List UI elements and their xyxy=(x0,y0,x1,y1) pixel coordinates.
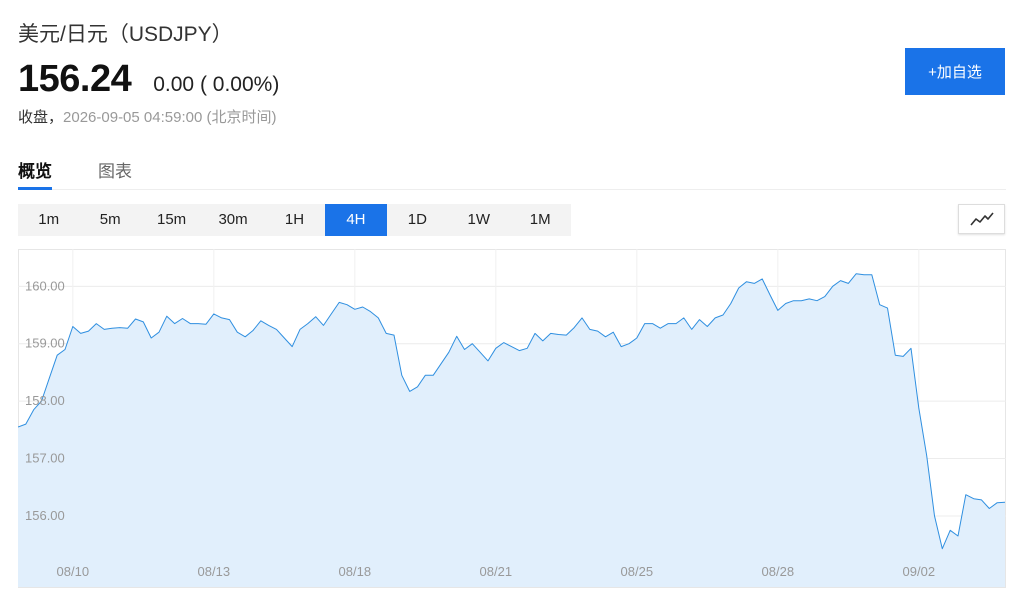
range-1h[interactable]: 1H xyxy=(264,204,325,236)
price-chart: 160.00 159.00 158.00 157.00 156.00 08/10 08/13… xyxy=(18,249,1006,588)
line-chart-icon xyxy=(969,212,994,226)
time-range-selector: 1m 5m 15m 30m 1H 4H 1D 1W 1M xyxy=(18,204,571,236)
range-1w[interactable]: 1W xyxy=(448,204,509,236)
x-tick-label: 08/13 xyxy=(198,564,231,579)
tab-overview[interactable]: 概览 xyxy=(18,150,52,190)
chart-area-layer xyxy=(18,273,1006,587)
x-tick-label: 09/02 xyxy=(903,564,936,579)
y-tick-label: 157.00 xyxy=(25,451,65,466)
x-tick-label: 08/21 xyxy=(480,564,513,579)
x-tick-label: 08/18 xyxy=(339,564,372,579)
range-30m[interactable]: 30m xyxy=(202,204,263,236)
x-tick-label: 08/28 xyxy=(762,564,795,579)
range-15m[interactable]: 15m xyxy=(141,204,202,236)
x-tick-label: 08/10 xyxy=(57,564,90,579)
range-1mo[interactable]: 1M xyxy=(510,204,571,236)
add-to-watchlist-button[interactable]: +加自选 xyxy=(905,48,1005,95)
chart-type-button[interactable] xyxy=(958,204,1005,234)
price-row: 156.24 0.00 ( 0.00%) xyxy=(18,58,279,101)
price-change: 0.00 ( 0.00%) xyxy=(153,73,280,96)
tab-chart[interactable]: 图表 xyxy=(98,150,132,190)
price-area xyxy=(18,273,1005,587)
y-tick-label: 159.00 xyxy=(25,336,65,351)
page-title: 美元/日元（USDJPY） xyxy=(18,23,233,46)
y-tick-label: 158.00 xyxy=(25,393,65,408)
range-4h[interactable]: 4H xyxy=(325,204,387,236)
y-tick-label: 156.00 xyxy=(25,508,65,523)
market-status: 收盘，2026-09-05 04:59:00 (北京时间) xyxy=(18,106,276,127)
y-tick-label: 160.00 xyxy=(25,278,65,293)
range-1m[interactable]: 1m xyxy=(18,204,79,236)
range-5m[interactable]: 5m xyxy=(79,204,140,236)
status-timestamp: 2026-09-05 04:59:00 (北京时间) xyxy=(63,109,277,126)
range-1d[interactable]: 1D xyxy=(387,204,448,236)
current-price: 156.24 xyxy=(18,58,132,100)
status-label: 收盘， xyxy=(18,109,64,126)
tab-bar: 概览 图表 xyxy=(18,150,1006,190)
x-tick-label: 08/25 xyxy=(621,564,654,579)
